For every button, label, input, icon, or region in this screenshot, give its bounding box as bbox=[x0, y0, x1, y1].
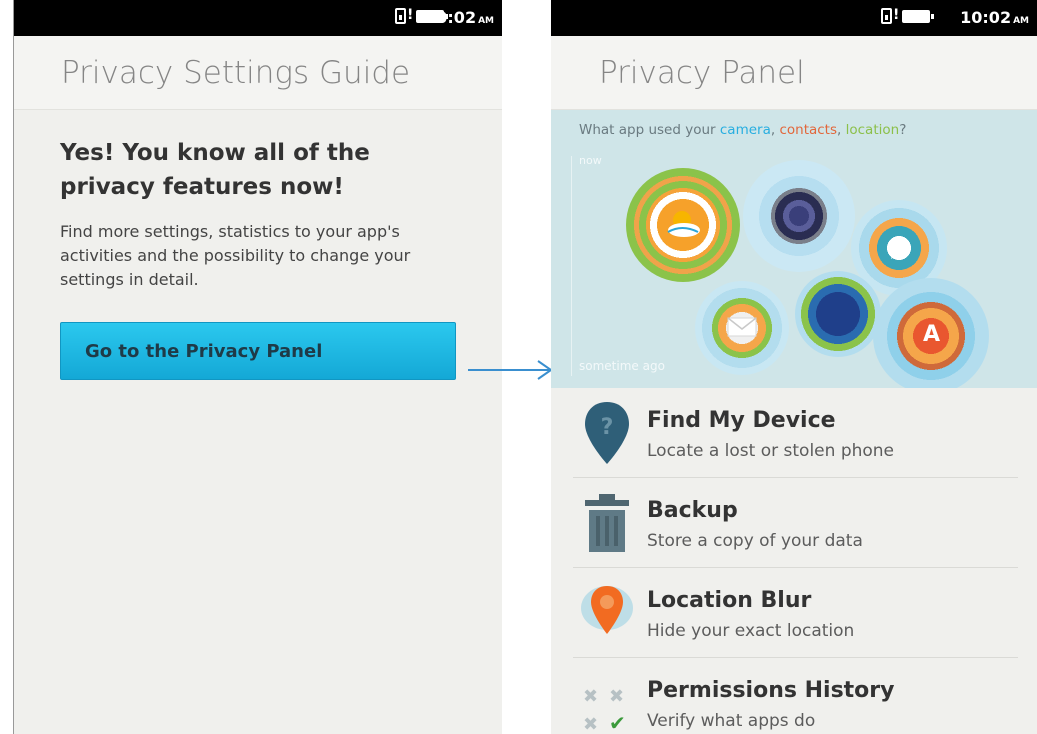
find-my-device-title: Find My Device bbox=[647, 408, 836, 433]
status-bar: ! 10:02 AM bbox=[551, 0, 1037, 36]
list-item-permissions-history[interactable]: ✖ ✖ ✖ ✔ Permissions History Verify what … bbox=[573, 658, 1018, 734]
viz-location-label: location bbox=[845, 122, 900, 138]
svg-text:✖: ✖ bbox=[583, 686, 598, 707]
find-my-device-subtitle: Locate a lost or stolen phone bbox=[647, 441, 895, 461]
svg-text:✖: ✖ bbox=[609, 686, 624, 707]
map-pin-question-icon: ? bbox=[585, 402, 629, 464]
battery-icon bbox=[902, 10, 934, 23]
envelope-icon bbox=[727, 317, 757, 337]
location-blur-title: Location Blur bbox=[647, 588, 812, 613]
page-title: Privacy Settings Guide bbox=[14, 36, 502, 110]
svg-text:✖: ✖ bbox=[583, 714, 598, 734]
weather-icon bbox=[667, 211, 700, 237]
list-item-find-my-device[interactable]: ? Find My Device Locate a lost or stolen… bbox=[573, 388, 1018, 478]
guide-headline: Yes! You know all of the privacy feature… bbox=[60, 140, 370, 200]
status-time: 10:02 AM bbox=[960, 8, 1029, 27]
trash-can-icon bbox=[585, 494, 629, 552]
list-item-backup[interactable]: Backup Store a copy of your data bbox=[573, 478, 1018, 568]
viz-camera-label: camera bbox=[719, 122, 771, 138]
timeline-axis bbox=[571, 156, 572, 376]
status-bar: ! 10:02 AM bbox=[14, 0, 502, 36]
sim-card-icon bbox=[881, 8, 892, 24]
camera-app-bubble[interactable] bbox=[743, 160, 855, 272]
status-time-value: 10:02 bbox=[425, 8, 477, 27]
permissions-grid-icon: ✖ ✖ ✖ ✔ bbox=[583, 686, 626, 734]
svg-text:?: ? bbox=[601, 415, 614, 440]
status-ampm: AM bbox=[478, 16, 494, 26]
privacy-features-list: ? Find My Device Locate a lost or stolen… bbox=[551, 388, 1037, 734]
timeline-ago-label: sometime ago bbox=[579, 359, 665, 373]
status-ampm: AM bbox=[1013, 16, 1029, 26]
arrow-right-icon bbox=[468, 360, 553, 380]
email-app-bubble[interactable] bbox=[695, 281, 789, 375]
go-to-privacy-panel-button[interactable]: Go to the Privacy Panel bbox=[60, 322, 456, 380]
location-blur-subtitle: Hide your exact location bbox=[647, 621, 855, 641]
viz-question: What app used your camera, contacts, loc… bbox=[579, 122, 906, 138]
viz-contacts-label: contacts bbox=[779, 122, 838, 138]
permissions-history-subtitle: Verify what apps do bbox=[647, 711, 816, 731]
privacy-guide-screen: ! 10:02 AM Privacy Settings Guide Yes! Yo… bbox=[13, 0, 502, 734]
guide-content: Yes! You know all of the privacy feature… bbox=[14, 110, 502, 380]
viz-sep-2: , bbox=[837, 122, 846, 138]
orange-pin-icon bbox=[581, 586, 633, 634]
privacy-panel-screen: ! 10:02 AM Privacy Panel What app used yo… bbox=[551, 0, 1037, 734]
marketplace-app-bubble[interactable]: A bbox=[873, 278, 989, 388]
weather-app-bubble[interactable] bbox=[626, 168, 740, 282]
sim-alert-icon: ! bbox=[893, 7, 900, 23]
backup-subtitle: Store a copy of your data bbox=[647, 531, 863, 551]
page-title: Privacy Panel bbox=[551, 36, 1037, 110]
marketplace-letter-icon: A bbox=[923, 322, 941, 347]
guide-description: Find more settings, statistics to your a… bbox=[60, 222, 411, 289]
timeline-now-label: now bbox=[579, 154, 602, 167]
chat-bubble-icon bbox=[890, 237, 908, 259]
sim-card-icon bbox=[395, 8, 406, 24]
sim-alert-icon: ! bbox=[407, 7, 414, 23]
permissions-history-title: Permissions History bbox=[647, 678, 895, 703]
backup-title: Backup bbox=[647, 498, 738, 523]
status-time-value: 10:02 bbox=[960, 8, 1012, 27]
viz-question-suffix: ? bbox=[899, 122, 907, 138]
list-item-location-blur[interactable]: Location Blur Hide your exact location bbox=[573, 568, 1018, 658]
svg-text:✔: ✔ bbox=[609, 711, 626, 734]
app-usage-visualization[interactable]: What app used your camera, contacts, loc… bbox=[551, 110, 1037, 388]
status-time: 10:02 AM bbox=[425, 8, 494, 27]
browser-app-bubble[interactable] bbox=[795, 271, 881, 357]
viz-question-prefix: What app used your bbox=[579, 122, 720, 138]
